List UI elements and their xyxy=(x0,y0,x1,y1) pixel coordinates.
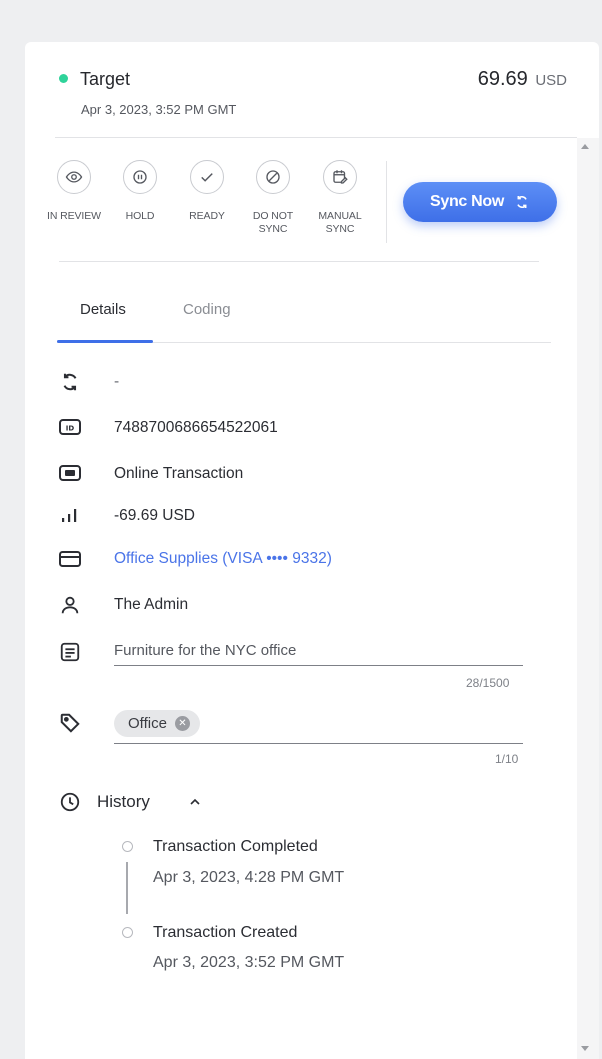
transaction-header: Target Apr 3, 2023, 3:52 PM GMT 69.69 US… xyxy=(25,42,599,137)
transaction-panel: Target Apr 3, 2023, 3:52 PM GMT 69.69 US… xyxy=(25,42,599,1059)
scroll-up-arrow-icon[interactable] xyxy=(581,144,589,149)
scrollbar[interactable] xyxy=(577,138,599,1059)
timeline-dot xyxy=(122,927,133,938)
tag-chip-label: Office xyxy=(128,715,167,732)
do-not-sync-label: DO NOT SYNC xyxy=(252,210,294,235)
actions-divider xyxy=(386,161,387,243)
user-icon xyxy=(58,593,82,617)
sync-now-button[interactable]: Sync Now xyxy=(403,182,557,222)
note-counter: 28/1500 xyxy=(466,676,510,690)
in-review-button[interactable]: IN REVIEW xyxy=(44,160,104,223)
history-title[interactable]: History xyxy=(97,792,150,812)
amount-value: 69.69 xyxy=(477,68,528,90)
tag-counter: 1/10 xyxy=(495,752,519,766)
history-event-date: Apr 3, 2023, 4:28 PM GMT xyxy=(153,869,345,886)
active-tab-indicator xyxy=(57,340,153,343)
chevron-up-icon[interactable] xyxy=(187,794,203,815)
pause-icon xyxy=(123,160,157,194)
transaction-amount: 69.69 USD xyxy=(478,68,567,91)
manual-sync-button[interactable]: MANUAL SYNC xyxy=(310,160,370,236)
actions-bottom-divider xyxy=(59,261,539,262)
calendar-edit-icon xyxy=(323,160,357,194)
check-icon xyxy=(190,160,224,194)
header-divider xyxy=(55,137,577,138)
transaction-type-value: Online Transaction xyxy=(114,465,244,482)
tab-coding[interactable]: Coding xyxy=(183,301,231,318)
sync-icon xyxy=(517,195,527,209)
sync-status-value: - xyxy=(114,373,120,390)
user-value: The Admin xyxy=(114,596,189,613)
remove-tag-icon[interactable]: ✕ xyxy=(174,716,190,731)
tag-icon xyxy=(58,711,82,735)
transaction-id-value: 7488700686654522061 xyxy=(114,419,278,436)
eye-icon xyxy=(57,160,91,194)
history-event-date: Apr 3, 2023, 3:52 PM GMT xyxy=(153,954,345,971)
ready-label: READY xyxy=(189,210,225,222)
block-icon xyxy=(256,160,290,194)
note-input[interactable]: Furniture for the NYC office xyxy=(114,642,296,659)
signal-bars-icon xyxy=(58,503,82,527)
timeline-dot xyxy=(122,841,133,852)
sync-status-icon xyxy=(58,370,82,394)
status-dot xyxy=(59,74,68,83)
history-event-title: Transaction Created xyxy=(153,924,298,941)
transaction-date: Apr 3, 2023, 3:52 PM GMT xyxy=(81,102,237,117)
card-icon xyxy=(58,547,82,571)
merchant-name: Target xyxy=(80,69,131,89)
ready-button[interactable]: READY xyxy=(177,160,237,223)
hold-button[interactable]: HOLD xyxy=(110,160,170,223)
transaction-type-icon xyxy=(58,461,82,485)
id-icon: ID xyxy=(58,415,82,439)
do-not-sync-button[interactable]: DO NOT SYNC xyxy=(243,160,303,236)
in-review-label: IN REVIEW xyxy=(47,210,101,222)
note-icon xyxy=(58,640,82,664)
tag-chip[interactable]: Office ✕ xyxy=(114,710,200,737)
svg-text:ID: ID xyxy=(66,425,75,433)
detail-amount-value: -69.69 USD xyxy=(114,507,195,524)
history-event-title: Transaction Completed xyxy=(153,838,318,855)
timeline-line xyxy=(126,862,128,914)
sync-now-label: Sync Now xyxy=(429,193,505,210)
note-input-underline xyxy=(114,665,523,666)
hold-label: HOLD xyxy=(125,210,155,222)
card-link[interactable]: Office Supplies (VISA •••• 9332) xyxy=(114,550,332,568)
tag-input-underline xyxy=(114,743,523,744)
tab-details[interactable]: Details xyxy=(80,301,126,318)
amount-currency: USD xyxy=(535,72,567,89)
clock-icon xyxy=(58,790,82,814)
scroll-down-arrow-icon[interactable] xyxy=(581,1046,589,1051)
manual-sync-label: MANUAL SYNC xyxy=(318,210,362,235)
